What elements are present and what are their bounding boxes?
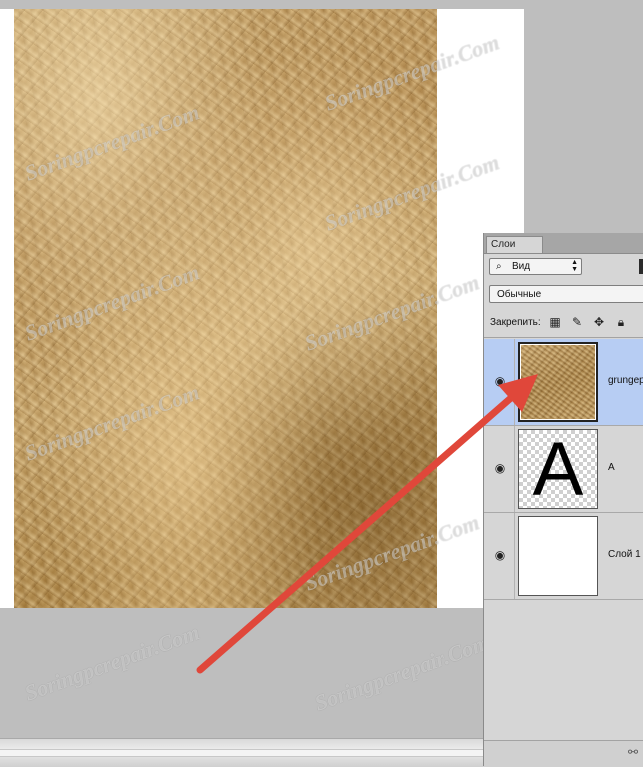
annotation-arrow	[196, 374, 538, 674]
